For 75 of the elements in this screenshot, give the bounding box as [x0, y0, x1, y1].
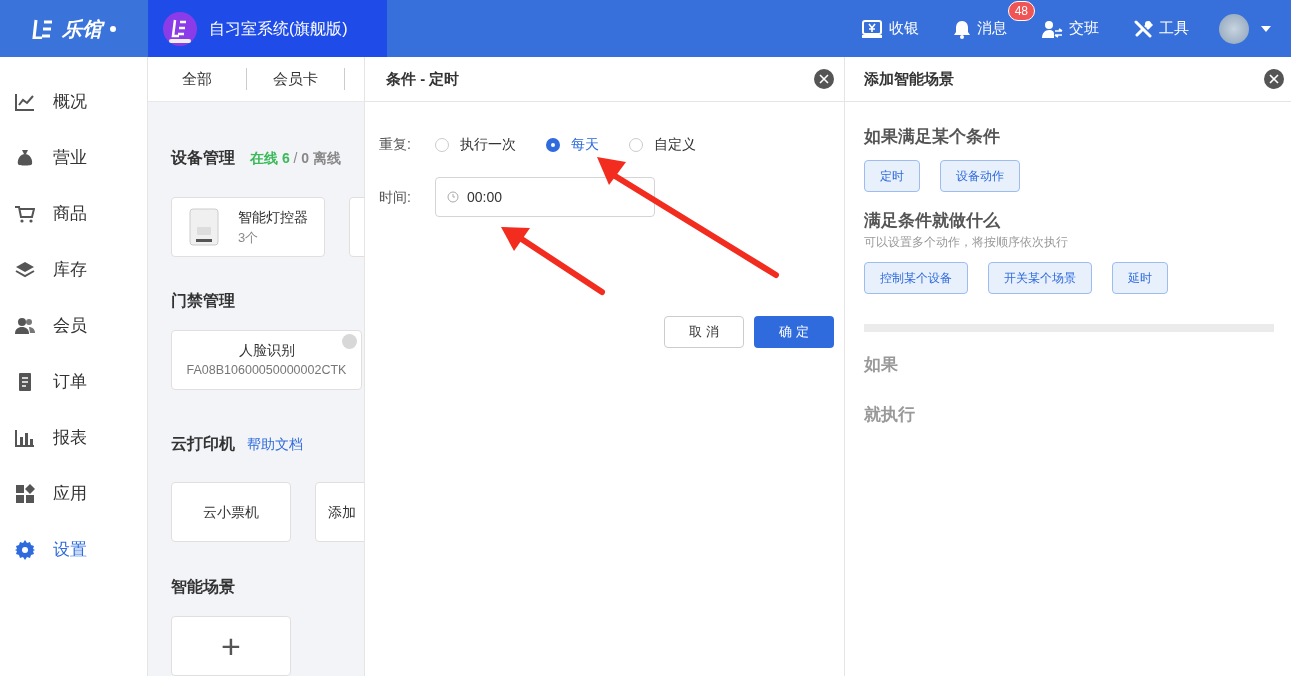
time-label: 时间: [379, 187, 412, 207]
user-swap-icon [1041, 18, 1063, 39]
sidebar-item[interactable]: 应用 [0, 466, 147, 522]
device-name: 智能灯控器 [238, 207, 308, 227]
receipt-icon [16, 372, 34, 392]
confirm-button[interactable]: 确 定 [754, 316, 834, 348]
printer-card[interactable]: 添加 [315, 482, 364, 542]
access-card[interactable]: 人脸识别 FA08B10600050000002CTK [171, 330, 362, 390]
sidebar-item[interactable]: 商品 [0, 186, 147, 242]
online-count: 在线 6 [250, 150, 290, 166]
section-heading: 如果满足某个条件 [864, 126, 1001, 148]
header-action-button[interactable]: 收银 [861, 17, 919, 40]
help-link[interactable]: 帮助文档 [247, 434, 303, 455]
bar-chart-icon [15, 429, 35, 447]
clock-icon [447, 191, 459, 203]
line-chart-icon [15, 93, 35, 111]
then-label: 就执行 [864, 403, 916, 426]
device-name: 人脸识别 [238, 341, 295, 361]
count-separator: / [293, 150, 298, 166]
condition-button[interactable]: 定时 [864, 159, 920, 192]
sidebar-item[interactable]: 会员 [0, 298, 147, 354]
header-action-button[interactable]: 交班 [1041, 17, 1099, 40]
filter-tab[interactable]: 会员卡 [246, 67, 344, 91]
layers-icon [15, 261, 35, 279]
money-bag-icon [16, 149, 34, 167]
cashier-icon [861, 18, 883, 39]
device-count: 3个 [238, 228, 260, 247]
time-field[interactable]: 00:00 [435, 177, 655, 217]
bell-icon [953, 18, 971, 39]
sidebar-item[interactable]: 设置 [0, 522, 147, 578]
tools-icon [1133, 18, 1153, 39]
panel-title: 添加智能场景 [864, 68, 954, 89]
device-serial: FA08B10600050000002CTK [186, 362, 347, 380]
header-action-button[interactable]: 工具 [1133, 17, 1189, 40]
close-icon[interactable] [814, 69, 834, 89]
sidebar-item[interactable]: 报表 [0, 410, 147, 466]
settings-icon [15, 540, 35, 560]
action-button[interactable]: 控制某个设备 [864, 262, 968, 294]
sidebar-item[interactable]: 库存 [0, 242, 147, 298]
caret-icon[interactable] [1261, 25, 1271, 32]
printer-card[interactable]: 云小票机 [171, 482, 291, 542]
cancel-button[interactable]: 取 消 [664, 316, 744, 348]
filter-tab[interactable]: 全部 [148, 67, 246, 91]
section-title: 设备管理 [171, 148, 235, 168]
radio-option[interactable]: 自定义 [629, 134, 696, 155]
radio-option[interactable]: 执行一次 [435, 134, 516, 155]
section-title: 云打印机 [171, 434, 235, 454]
if-label: 如果 [864, 354, 899, 376]
condition-button[interactable]: 设备动作 [940, 159, 1020, 192]
offline-count: 0 离线 [301, 150, 342, 166]
users-icon [15, 317, 35, 335]
light-controller-icon [188, 207, 220, 247]
sidebar-item[interactable]: 营业 [0, 130, 147, 186]
section-heading: 满足条件就做什么 [864, 209, 1001, 232]
add-scene-button[interactable]: + [171, 616, 291, 676]
sidebar-item[interactable]: 概况 [0, 74, 147, 130]
logo-icon [32, 18, 54, 39]
device-card[interactable]: 智能灯控器 3个 [171, 197, 325, 257]
repeat-label: 重复: [379, 135, 412, 154]
section-title: 智能场景 [171, 577, 236, 597]
apps-icon [15, 484, 35, 504]
hint-text: 可以设置多个动作，将按顺序依次执行 [864, 234, 1069, 251]
dialog-title: 条件 - 定时 [386, 68, 460, 89]
notification-badge: 48 [1007, 1, 1035, 22]
section-title: 门禁管理 [171, 291, 236, 311]
close-icon[interactable] [1264, 69, 1284, 89]
sparkle-icon [110, 25, 116, 32]
app-logo-icon [163, 11, 197, 46]
sidebar-item[interactable]: 订单 [0, 354, 147, 410]
avatar[interactable] [1219, 13, 1249, 44]
action-button[interactable]: 开关某个场景 [988, 262, 1092, 294]
action-button[interactable]: 延时 [1112, 262, 1168, 294]
app-title: 自习室系统(旗舰版) [209, 18, 348, 39]
radio-option[interactable]: 每天 [546, 134, 599, 155]
cart-icon [15, 205, 35, 223]
